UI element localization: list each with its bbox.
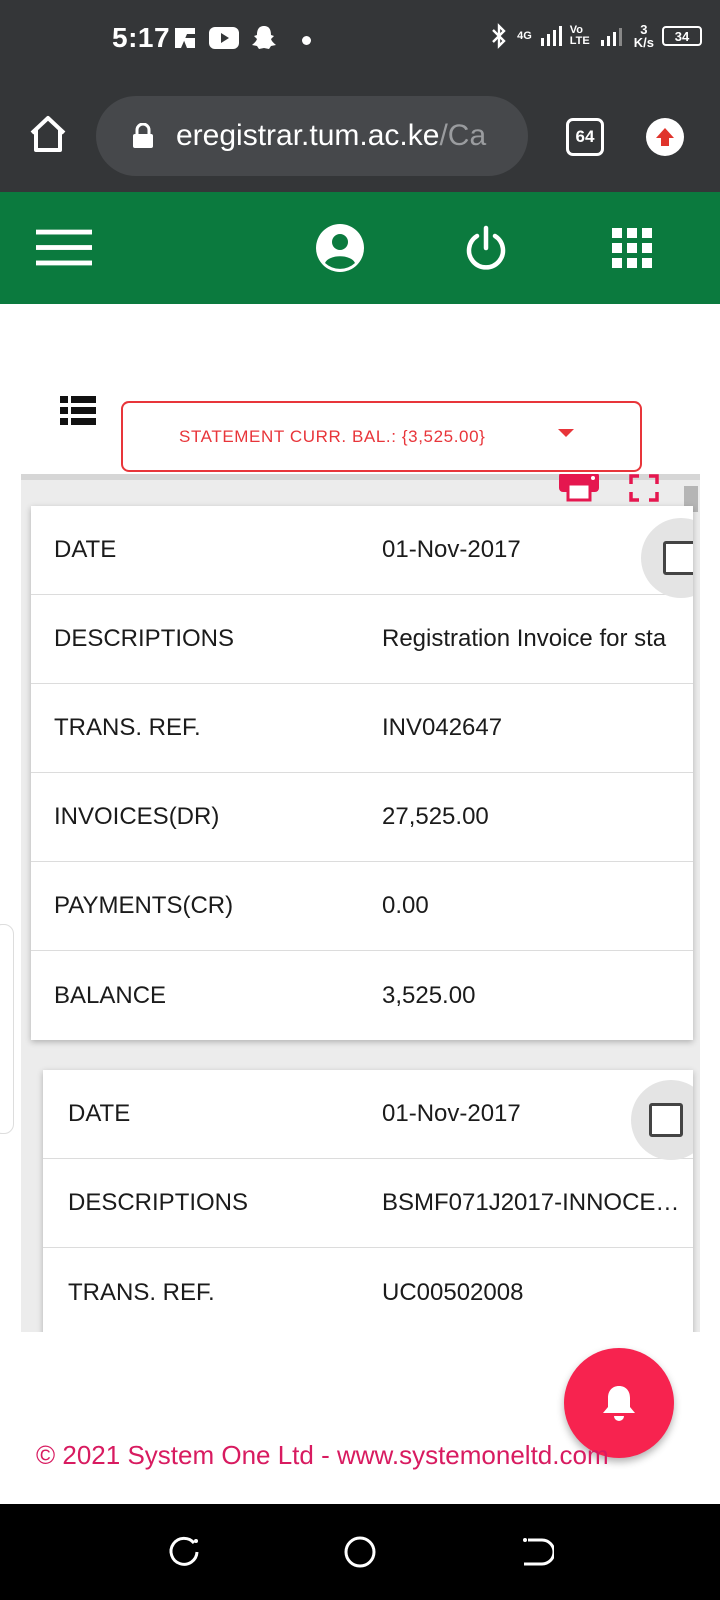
row-value: 27,525.00 (382, 803, 489, 830)
url-text: eregistrar.tum.ac.ke/Ca (176, 119, 486, 153)
fullscreen-button[interactable] (629, 474, 659, 502)
update-button[interactable] (646, 118, 684, 156)
apps-grid-icon (612, 228, 652, 268)
record-row-trans-ref: TRANS. REF. UC00502008 (43, 1248, 693, 1332)
system-nav-bar (0, 1504, 720, 1600)
signal-icon (540, 26, 562, 46)
battery-icon: 34 (662, 26, 702, 46)
record-row-invoices: INVOICES(DR) 27,525.00 (31, 773, 693, 862)
home-button[interactable] (26, 112, 70, 156)
app-notification-icon (175, 28, 195, 48)
print-icon (559, 474, 599, 502)
back-icon[interactable] (518, 1534, 554, 1570)
checkbox-icon (649, 1103, 683, 1137)
speed-unit: K/s (633, 35, 654, 50)
arrow-up-icon (656, 128, 674, 146)
url-domain: eregistrar.tum.ac.ke (176, 119, 440, 152)
record-row-date: DATE 01-Nov-2017 (43, 1070, 693, 1160)
account-icon (316, 224, 364, 272)
browser-toolbar: eregistrar.tum.ac.ke/Ca 64 (0, 86, 720, 192)
battery-level: 34 (674, 28, 690, 44)
tab-count: 64 (575, 127, 595, 146)
row-label: DESCRIPTIONS (54, 625, 235, 652)
home-icon (30, 116, 66, 152)
record-row-balance: BALANCE 3,525.00 (31, 951, 693, 1040)
side-drawer-handle[interactable] (0, 924, 14, 1134)
select-checkbox[interactable] (631, 1080, 693, 1160)
statement-dropdown[interactable]: STATEMENT CURR. BAL.: {3,525.00} (121, 401, 642, 472)
list-view-button[interactable] (60, 396, 96, 426)
record-row-description: DESCRIPTIONS Registration Invoice for st… (31, 595, 693, 684)
chevron-down-icon (558, 429, 574, 437)
record-row-payments: PAYMENTS(CR) 0.00 (31, 862, 693, 951)
statement-record-card: DATE 01-Nov-2017 DESCRIPTIONS Registrati… (31, 506, 693, 1040)
row-value: BSMF071J2017-INNOCE… (382, 1189, 680, 1216)
status-bar: 5:17 4G Vo LTE 3 K/s 34 (0, 0, 720, 86)
statement-dropdown-label: STATEMENT CURR. BAL.: {3,525.00} (179, 426, 486, 446)
list-view-icon (60, 396, 96, 425)
row-value: UC00502008 (382, 1278, 524, 1306)
print-button[interactable] (557, 474, 601, 502)
youtube-icon (209, 27, 239, 49)
snapchat-icon (252, 26, 276, 49)
status-time: 5:17 (112, 22, 171, 53)
hamburger-icon (36, 229, 92, 266)
profile-button[interactable] (312, 220, 368, 276)
bell-icon (603, 1386, 635, 1421)
menu-button[interactable] (36, 220, 92, 276)
row-label: INVOICES(DR) (54, 803, 220, 830)
address-bar[interactable]: eregistrar.tum.ac.ke/Ca (96, 96, 528, 176)
statement-scroll-area[interactable]: DATE 01-Nov-2017 DESCRIPTIONS Registrati… (21, 474, 700, 1332)
logout-button[interactable] (458, 220, 514, 276)
recents-icon[interactable] (166, 1534, 202, 1570)
row-value: INV042647 (382, 714, 503, 741)
row-label: TRANS. REF. (68, 1278, 215, 1306)
app-header (0, 192, 720, 304)
lock-icon (132, 122, 154, 149)
statement-record-card: DATE 01-Nov-2017 DESCRIPTIONS BSMF071J20… (43, 1070, 693, 1332)
row-label: DATE (54, 536, 117, 563)
row-label: DESCRIPTIONS (68, 1189, 249, 1216)
volte-label: Vo LTE (569, 24, 590, 47)
row-value: 0.00 (382, 892, 429, 919)
power-icon (466, 225, 506, 270)
record-row-description: DESCRIPTIONS BSMF071J2017-INNOCE… (43, 1159, 693, 1248)
footer-copyright[interactable]: © 2021 System One Ltd - www.systemoneltd… (36, 1440, 609, 1471)
bluetooth-icon (492, 23, 506, 49)
row-label: PAYMENTS(CR) (54, 892, 234, 919)
notification-dot (302, 36, 311, 45)
home-nav-icon[interactable] (342, 1534, 378, 1570)
row-value: Registration Invoice for sta (382, 625, 667, 652)
record-row-date: DATE 01-Nov-2017 (31, 506, 693, 598)
apps-button[interactable] (604, 220, 660, 276)
status-right-icons: 4G Vo LTE 3 K/s 34 (489, 22, 702, 50)
select-checkbox[interactable] (641, 518, 693, 598)
tab-switcher-button[interactable]: 64 (566, 118, 604, 156)
row-label: TRANS. REF. (54, 714, 201, 741)
url-path: /Ca (439, 119, 487, 152)
row-label: BALANCE (54, 981, 167, 1009)
signal-icon-2 (600, 28, 622, 46)
row-value: 3,525.00 (382, 981, 476, 1009)
checkbox-icon (663, 541, 693, 575)
record-row-trans-ref: TRANS. REF. INV042647 (31, 684, 693, 773)
row-label: DATE (68, 1100, 131, 1127)
row-value: 01-Nov-2017 (382, 536, 521, 563)
network-type: 4G (517, 29, 532, 42)
fullscreen-icon (629, 474, 659, 502)
